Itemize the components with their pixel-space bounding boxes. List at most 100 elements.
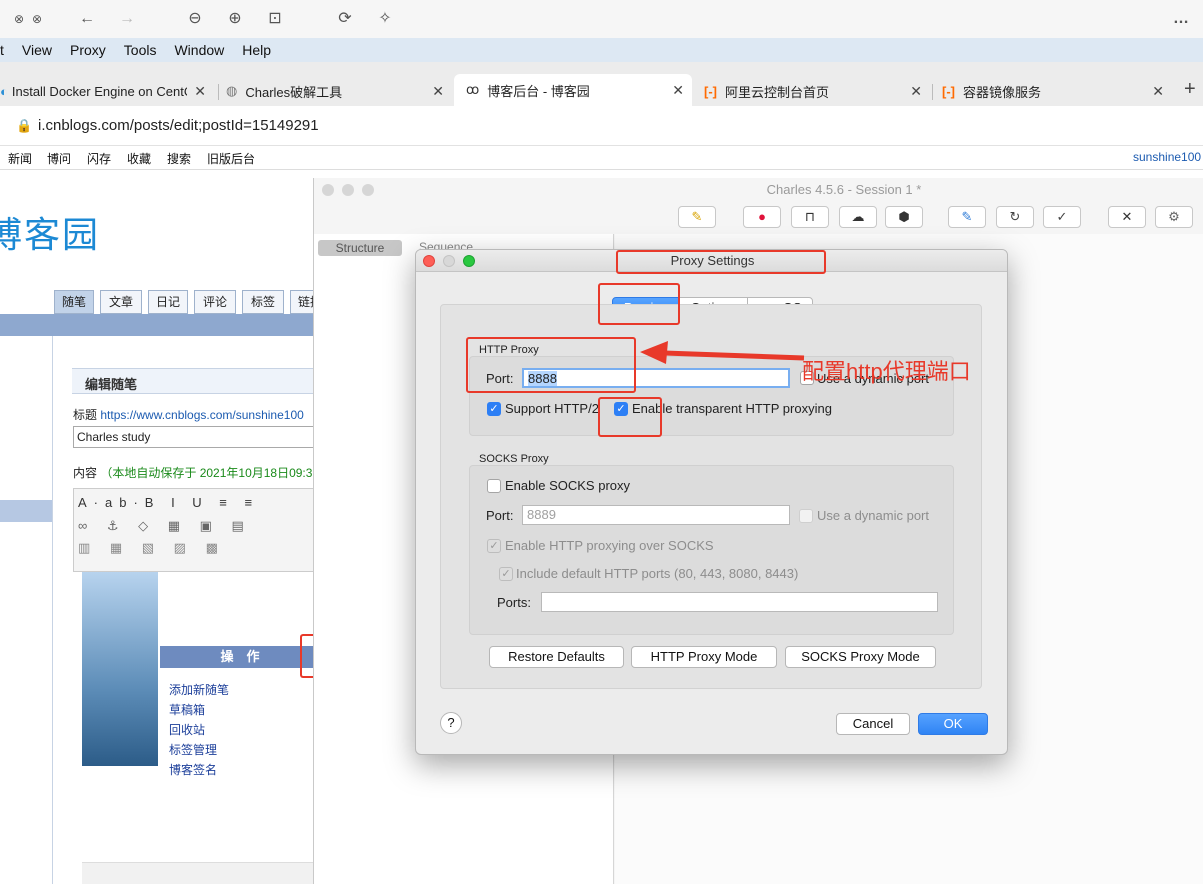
annotation-box-transparent: [598, 397, 662, 437]
nav-tab-articles[interactable]: 文章: [100, 290, 142, 314]
http-over-socks-checkbox[interactable]: ✓: [487, 539, 501, 553]
nav-tab-comments[interactable]: 评论: [194, 290, 236, 314]
pen-icon[interactable]: ✎: [948, 206, 986, 228]
title-input[interactable]: Charles study: [73, 426, 320, 448]
ops-link[interactable]: 添加新随笔: [169, 680, 229, 700]
menu-item-proxy[interactable]: Proxy: [70, 42, 106, 58]
support-http2-checkbox[interactable]: ✓: [487, 402, 501, 416]
ops-link[interactable]: 标签管理: [169, 740, 229, 760]
ops-links: 添加新随笔 草稿箱 回收站 标签管理 博客签名: [169, 680, 229, 780]
bookmark-ing[interactable]: 闪存: [87, 150, 111, 167]
close-tab-icon[interactable]: ✕: [194, 83, 206, 100]
http-over-socks-label: Enable HTTP proxying over SOCKS: [505, 538, 714, 553]
bookmark-favorites[interactable]: 收藏: [127, 150, 151, 167]
ops-link[interactable]: 草稿箱: [169, 700, 229, 720]
bookmarks-bar: 新闻 博问 闪存 收藏 搜索 旧版后台 sunshine100: [0, 146, 1203, 170]
restore-defaults-button[interactable]: Restore Defaults: [489, 646, 624, 668]
tab-cnblogs[interactable]: ꝏ 博客后台 - 博客园 ✕: [454, 74, 692, 106]
aliyun-icon: [-]: [704, 83, 717, 99]
turtle-icon[interactable]: ☁: [839, 206, 877, 228]
content-label: 内容: [73, 466, 98, 480]
zoom-out-icon[interactable]: ⊖: [184, 8, 206, 30]
ops-link[interactable]: 回收站: [169, 720, 229, 740]
broom-icon[interactable]: ✎: [678, 206, 716, 228]
menu-item-tools[interactable]: Tools: [124, 42, 157, 58]
ops-header: 操 作: [160, 646, 320, 668]
stop-icon[interactable]: ⬢: [885, 206, 923, 228]
menu-item-window[interactable]: Window: [174, 42, 224, 58]
zoom-dialog-icon[interactable]: [463, 255, 475, 267]
enable-socks-checkbox[interactable]: [487, 479, 501, 493]
socks-proxy-mode-button[interactable]: SOCKS Proxy Mode: [785, 646, 936, 668]
default-ports-checkbox[interactable]: ✓: [499, 567, 513, 581]
close-tab-icon[interactable]: ✕: [672, 82, 684, 99]
table-icons[interactable]: ▥ ▦ ▧ ▨ ▩: [74, 536, 319, 560]
charles-title: Charles 4.5.6 - Session 1 *: [766, 182, 922, 197]
help-button[interactable]: ?: [440, 712, 462, 734]
check-icon[interactable]: ✓: [1043, 206, 1081, 228]
title-link[interactable]: https://www.cnblogs.com/sunshine100: [100, 408, 303, 422]
fit-page-icon[interactable]: ⊡: [264, 8, 286, 30]
record-icon[interactable]: ●: [743, 206, 781, 228]
minimize-window-icon[interactable]: ⊗: [26, 8, 48, 30]
zoom-in-icon[interactable]: ⊕: [224, 8, 246, 30]
refresh-icon[interactable]: ↻: [996, 206, 1034, 228]
title-label: 标题: [73, 408, 98, 422]
autosave-text: （本地自动保存于 2021年10月18日09:3: [100, 466, 313, 480]
close-dialog-icon[interactable]: [423, 255, 435, 267]
socks-ports-label: Ports:: [497, 595, 531, 610]
minimize-dialog-icon: [443, 255, 455, 267]
ok-button[interactable]: OK: [918, 713, 988, 735]
ops-link[interactable]: 博客签名: [169, 760, 229, 780]
annotation-box-title: [616, 250, 826, 274]
socks-dynamic-port-checkbox[interactable]: [799, 509, 813, 523]
tab-aliyun-console[interactable]: [-] 阿里云控制台首页 ✕: [698, 76, 930, 106]
format-icons[interactable]: A·ab·B I U ≡ ≡: [74, 489, 319, 516]
user-link[interactable]: sunshine100: [1133, 150, 1201, 164]
close-tab-icon[interactable]: ✕: [910, 83, 922, 100]
default-ports-label: Include default HTTP ports (80, 443, 808…: [516, 566, 799, 581]
socks-port-input[interactable]: 8889: [522, 505, 790, 525]
editor-toolbar: A·ab·B I U ≡ ≡ ∞ ⚓ ◇ ▦ ▣ ▤ ▥ ▦ ▧ ▨ ▩: [73, 488, 320, 572]
socks-port-label: Port:: [486, 508, 514, 523]
bookmark-search[interactable]: 搜索: [167, 150, 191, 167]
tab-docker[interactable]: ◐ Install Docker Engine on CentO ✕: [0, 76, 214, 106]
bottom-toolbar: [82, 862, 320, 884]
enable-socks-label: Enable SOCKS proxy: [505, 478, 631, 493]
menu-item-edit[interactable]: t: [0, 42, 4, 58]
bookmark-news[interactable]: 新闻: [8, 150, 32, 167]
url-input[interactable]: i.cnblogs.com/posts/edit;postId=15149291: [38, 117, 319, 134]
tab-title: 阿里云控制台首页: [725, 84, 830, 100]
cnblogs-logo: 博客园: [0, 214, 101, 255]
new-tab-button[interactable]: +: [1184, 78, 1196, 101]
magic-wand-icon[interactable]: ✧: [374, 8, 396, 30]
lock-icon[interactable]: ⊓: [791, 206, 829, 228]
bookmark-old-admin[interactable]: 旧版后台: [207, 150, 255, 167]
lock-icon: 🔒: [16, 118, 33, 133]
nav-tab-tags[interactable]: 标签: [242, 290, 284, 314]
aliyun-icon: [-]: [942, 83, 955, 99]
menu-item-help[interactable]: Help: [242, 42, 271, 58]
more-icon[interactable]: …: [1170, 8, 1192, 30]
forward-arrow-icon[interactable]: →: [116, 8, 138, 30]
tab-charles[interactable]: ◍ Charles破解工具 ✕: [226, 76, 452, 106]
insert-icons[interactable]: ∞ ⚓ ◇ ▦ ▣ ▤: [74, 516, 319, 536]
tools-icon[interactable]: ✕: [1108, 206, 1146, 228]
back-arrow-icon[interactable]: ←: [76, 8, 98, 30]
menu-item-view[interactable]: View: [22, 42, 52, 58]
bookmark-ask[interactable]: 博问: [47, 150, 71, 167]
socks-dynamic-port-label: Use a dynamic port: [817, 508, 929, 523]
close-tab-icon[interactable]: ✕: [1152, 83, 1164, 100]
socks-ports-input[interactable]: [541, 592, 938, 612]
sidebar-image: [82, 572, 158, 766]
nav-tab-diary[interactable]: 日记: [148, 290, 188, 314]
rotate-icon[interactable]: ⟳: [334, 8, 356, 30]
cancel-button[interactable]: Cancel: [836, 713, 910, 735]
http-proxy-mode-button[interactable]: HTTP Proxy Mode: [631, 646, 777, 668]
tab-title: Install Docker Engine on CentO: [11, 83, 187, 99]
settings-icon[interactable]: ⚙: [1155, 206, 1193, 228]
tab-structure[interactable]: Structure: [318, 240, 402, 256]
nav-tab-posts[interactable]: 随笔: [54, 290, 94, 314]
tab-container-registry[interactable]: [-] 容器镜像服务 ✕: [936, 76, 1172, 106]
close-tab-icon[interactable]: ✕: [432, 83, 444, 100]
